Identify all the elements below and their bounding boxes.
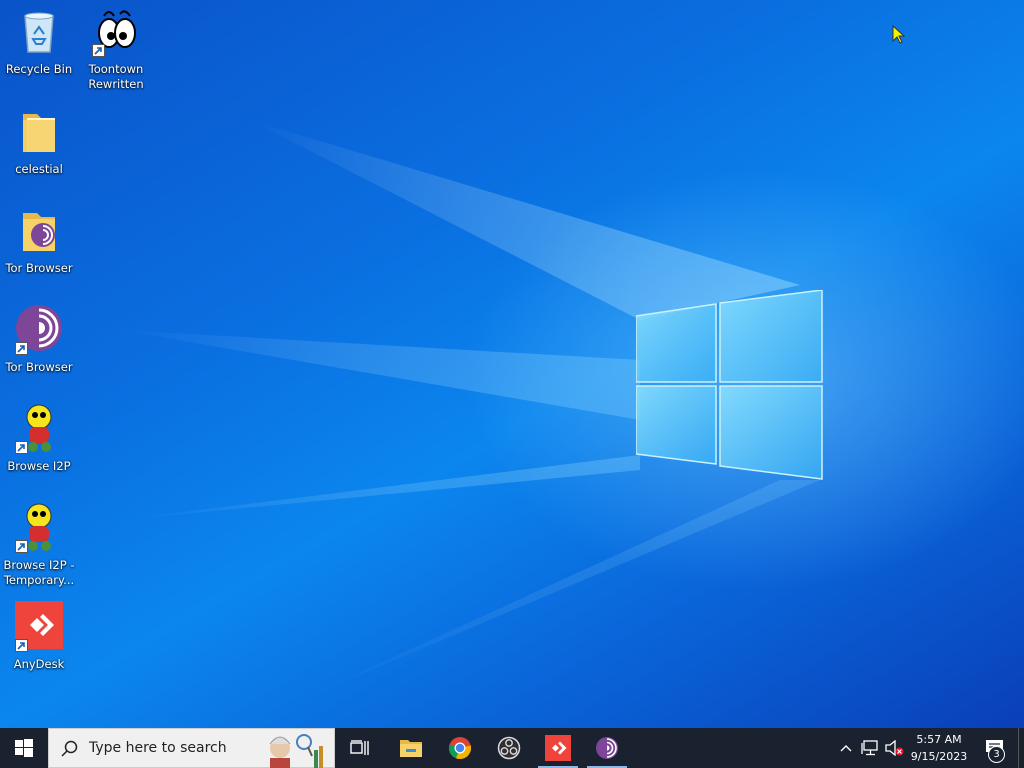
recycle-bin-icon [13,6,65,58]
tor-browser-icon [596,737,618,759]
windows-start-icon [15,739,33,757]
file-explorer-icon [400,740,422,757]
search-placeholder: Type here to search [89,740,227,756]
tor-browser-icon [13,304,65,356]
anydesk-icon [545,735,571,761]
desktop-icon-toontown-rewritten[interactable]: Toontown Rewritten [78,6,154,92]
taskbar: Type here to search 5:57 AM 9/15/2023 3 [0,728,1024,768]
toontown-icon [90,6,142,58]
task-view-button[interactable] [337,728,383,768]
desktop-icon-browse-i2p-temporary[interactable]: Browse I2P - Temporary... [1,502,77,588]
shortcut-arrow-icon [15,441,28,454]
shortcut-arrow-icon [15,342,28,355]
desktop-icon-label: Tor Browser [5,261,73,275]
i2p-icon [13,403,65,455]
network-button[interactable] [859,728,881,768]
network-icon [861,740,878,756]
obs-button[interactable] [486,728,532,768]
tor-browser-taskbar-button[interactable] [585,728,629,768]
desktop-icon-label: Recycle Bin [5,62,73,76]
desktop-icon-label: celestial [15,162,63,176]
notification-count-badge: 3 [988,746,1005,763]
chrome-icon [448,737,472,760]
volume-button[interactable] [883,728,905,768]
desktop-icon-label: Browse I2P [7,459,71,473]
desktop-icon-tor-browser-folder[interactable]: Tor Browser [1,205,77,276]
anydesk-taskbar-button[interactable] [536,728,580,768]
chevron-up-icon [840,745,852,752]
clock[interactable]: 5:57 AM 9/15/2023 [908,728,970,768]
windows-wallpaper-logo [636,290,823,480]
search-box[interactable]: Type here to search [48,728,335,768]
mouse-cursor-icon [892,25,906,44]
chrome-button[interactable] [437,728,483,768]
desktop-icon-label: Tor Browser [5,360,73,374]
clock-time: 5:57 AM [916,733,962,746]
clock-date: 9/15/2023 [910,750,968,763]
desktop-icon-label: Toontown Rewritten [88,62,144,91]
obs-icon [497,736,521,760]
desktop-icon-label: Browse I2P - Temporary... [3,558,75,587]
file-explorer-button[interactable] [388,728,434,768]
desktop-icon-browse-i2p[interactable]: Browse I2P [1,403,77,474]
volume-muted-icon [885,740,904,756]
action-center-button[interactable]: 3 [976,728,1014,768]
tor-folder-icon [13,205,65,257]
task-view-icon [350,740,369,755]
desktop[interactable]: Recycle Bin Toontown Rewritten celestial… [0,0,1024,728]
shortcut-arrow-icon [15,540,28,553]
wallpaper-light-beams [120,120,820,700]
i2p-icon [13,502,65,554]
search-icon [61,740,78,757]
start-button[interactable] [0,728,48,768]
anydesk-icon [13,601,65,653]
shortcut-arrow-icon [15,639,28,652]
show-desktop-button[interactable] [1018,728,1024,768]
desktop-icon-tor-browser[interactable]: Tor Browser [1,304,77,375]
desktop-icon-label: AnyDesk [13,657,65,671]
folder-icon [13,106,65,158]
shortcut-arrow-icon [92,44,105,57]
desktop-icon-celestial[interactable]: celestial [1,106,77,177]
desktop-icon-recycle-bin[interactable]: Recycle Bin [1,6,77,77]
search-highlight-doodle-icon [269,734,323,768]
desktop-icon-anydesk[interactable]: AnyDesk [1,601,77,672]
show-hidden-icons-button[interactable] [836,728,856,768]
